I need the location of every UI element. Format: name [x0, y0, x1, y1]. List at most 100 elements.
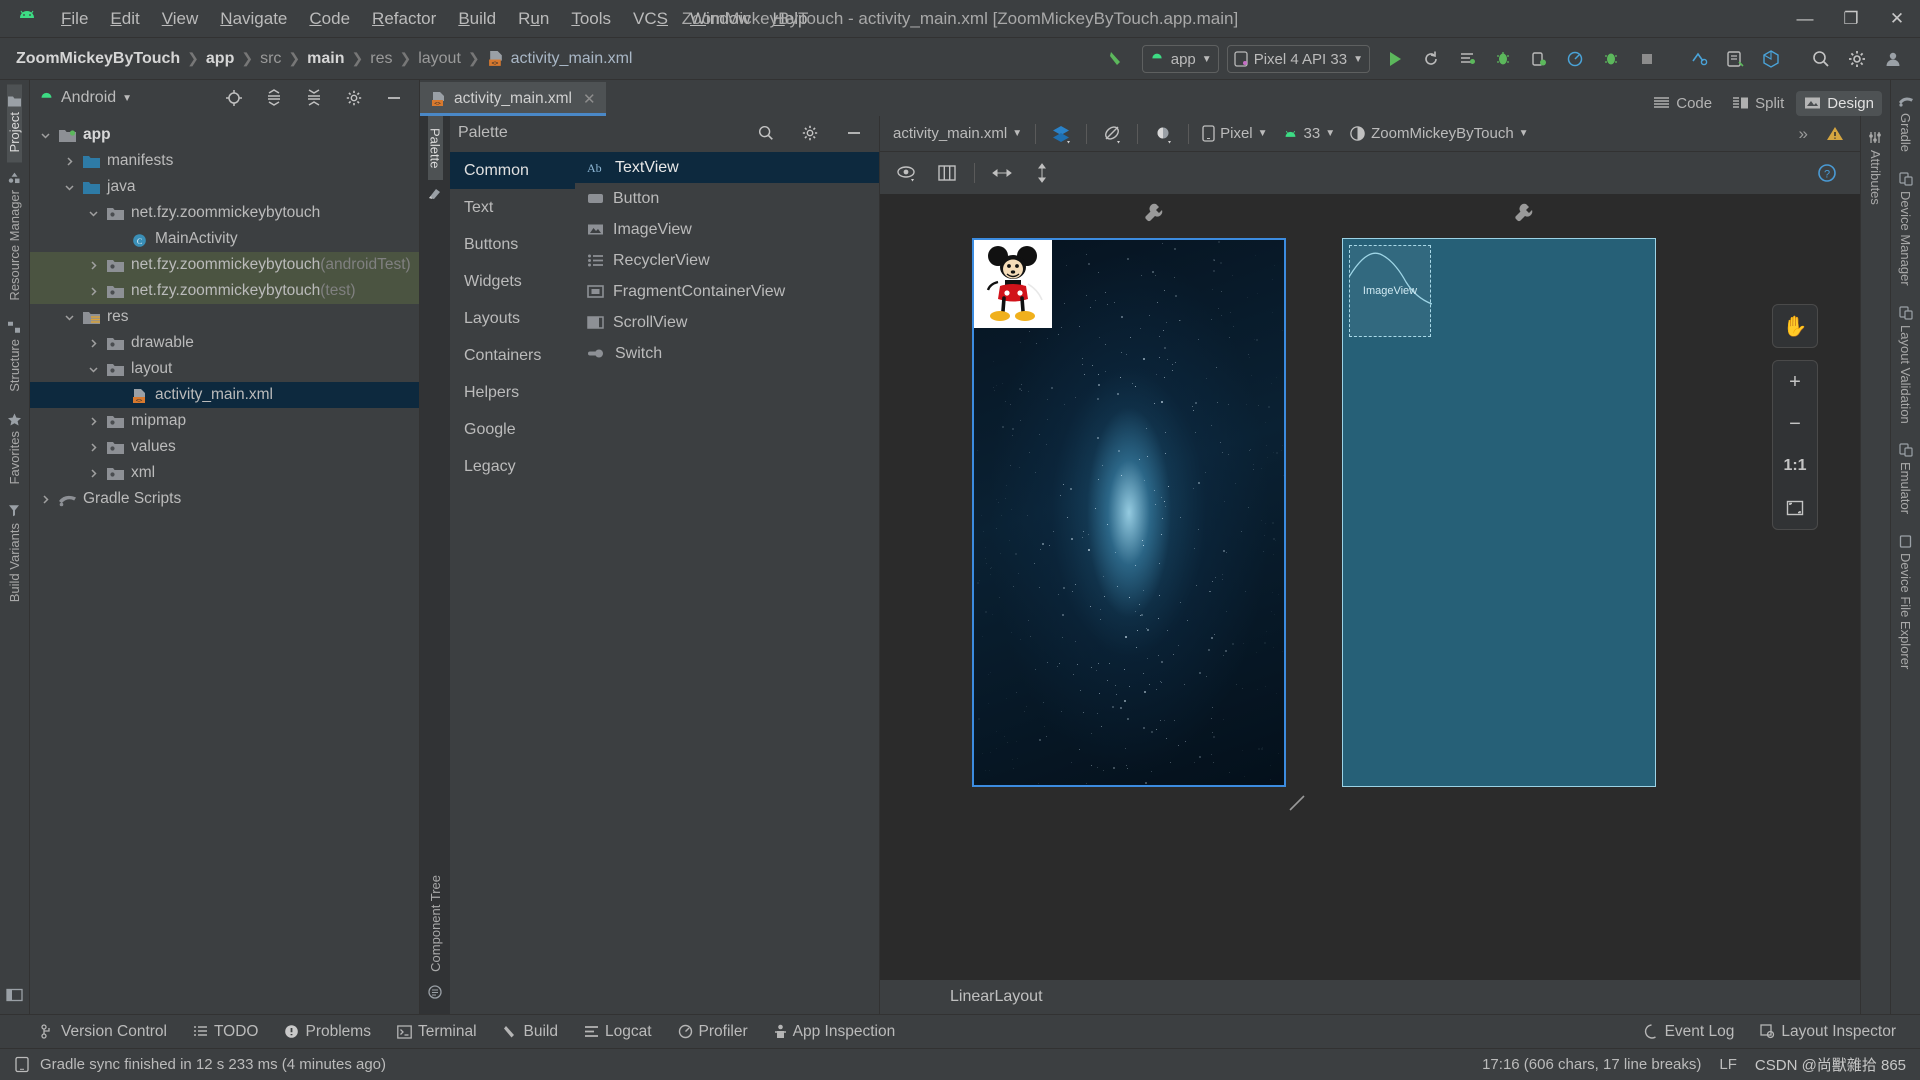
- mickey-imageview[interactable]: [974, 240, 1052, 328]
- blueprint-columns-icon[interactable]: [930, 156, 964, 190]
- chevron-down-icon[interactable]: [88, 208, 106, 219]
- palette-category-legacy[interactable]: Legacy: [450, 448, 575, 485]
- menu-run[interactable]: Run: [507, 6, 560, 32]
- tree-row[interactable]: net.fzy.zoommickeybytouch: [30, 200, 419, 226]
- bottom-tab-layout-inspector[interactable]: Layout Inspector: [1760, 1023, 1896, 1041]
- rendered-preview[interactable]: [972, 238, 1286, 787]
- tree-row[interactable]: values: [30, 434, 419, 460]
- palette-items[interactable]: Ab TextView Button ImageView RecyclerView Fra…: [575, 150, 879, 1014]
- apply-changes-icon[interactable]: [1450, 42, 1484, 76]
- chevron-right-icon[interactable]: [64, 156, 82, 167]
- collapse-all-icon[interactable]: [297, 81, 331, 115]
- menu-edit[interactable]: Edit: [99, 6, 150, 32]
- api-level-selector[interactable]: 33 ▼: [1277, 122, 1341, 145]
- breadcrumb[interactable]: ZoomMickeyByTouch ❯ app ❯ src ❯ main ❯ res ❯ layou…: [16, 50, 632, 68]
- render-settings-wrench-icon[interactable]: [1142, 202, 1164, 226]
- rail-item-structure[interactable]: Structure: [7, 311, 22, 402]
- breadcrumb-item-app[interactable]: app: [206, 50, 234, 68]
- breadcrumb-item-activity-main-xml[interactable]: <> activity_main.xml: [487, 50, 632, 68]
- tree-row[interactable]: app: [30, 122, 419, 148]
- design-surface-mode-icon[interactable]: [1044, 117, 1078, 151]
- tree-row[interactable]: C MainActivity: [30, 226, 419, 252]
- chevron-right-icon[interactable]: [88, 468, 106, 479]
- debug-icon[interactable]: [1486, 42, 1520, 76]
- palette-item-switch[interactable]: Switch: [575, 338, 879, 369]
- menu-view[interactable]: View: [151, 6, 210, 32]
- rail-item-device-manager[interactable]: Device Manager: [1898, 162, 1913, 296]
- minimize-icon[interactable]: [837, 116, 871, 150]
- vertical-constraint-icon[interactable]: [1025, 156, 1059, 190]
- project-view-selector-label[interactable]: Android: [61, 89, 116, 107]
- tree-row[interactable]: <> activity_main.xml: [30, 382, 419, 408]
- stop-icon[interactable]: [1630, 42, 1664, 76]
- chevron-down-icon[interactable]: [64, 182, 82, 193]
- menu-window[interactable]: Window: [679, 6, 761, 32]
- orientation-icon[interactable]: [1095, 117, 1129, 151]
- horizontal-constraint-icon[interactable]: [985, 156, 1019, 190]
- sdk-manager-icon[interactable]: [1718, 42, 1752, 76]
- zoom-in-button[interactable]: +: [1773, 361, 1817, 403]
- project-tree[interactable]: app manifests java net.fzy.zoommickeybytouc…: [30, 116, 419, 1014]
- palette-category-google[interactable]: Google: [450, 411, 575, 448]
- menu-tools[interactable]: Tools: [560, 6, 622, 32]
- account-icon[interactable]: [1876, 42, 1910, 76]
- chevron-down-icon[interactable]: [64, 312, 82, 323]
- palette-category-text[interactable]: Text: [450, 189, 575, 226]
- profile-icon[interactable]: [1558, 42, 1592, 76]
- minimize-icon[interactable]: [377, 81, 411, 115]
- chevron-down-icon[interactable]: ▼: [122, 93, 132, 104]
- tree-row[interactable]: net.fzy.zoommickeybytouch (androidTest): [30, 252, 419, 278]
- line-separator[interactable]: LF: [1719, 1056, 1737, 1073]
- bottom-tab-event-log[interactable]: Event Log: [1644, 1023, 1734, 1041]
- help-icon[interactable]: ?: [1810, 156, 1844, 190]
- menu-refactor[interactable]: Refactor: [361, 6, 447, 32]
- rail-item-favorites[interactable]: Favorites: [7, 402, 22, 494]
- close-icon[interactable]: ✕: [583, 90, 596, 108]
- chevron-down-icon[interactable]: [88, 364, 106, 375]
- bottom-tab-problems[interactable]: Problems: [284, 1023, 371, 1041]
- expand-all-icon[interactable]: [257, 81, 291, 115]
- palette-item-button[interactable]: Button: [575, 183, 879, 214]
- menu-code[interactable]: Code: [298, 6, 361, 32]
- chevron-right-icon[interactable]: [88, 442, 106, 453]
- breadcrumb-item-src[interactable]: src: [260, 50, 281, 68]
- palette-categories[interactable]: Common Text Buttons Widgets Layouts Container…: [450, 150, 575, 1014]
- attach-debugger-icon[interactable]: [1522, 42, 1556, 76]
- rail-item-palette[interactable]: Palette: [427, 116, 443, 181]
- palette-item-recyclerview[interactable]: RecyclerView: [575, 245, 879, 276]
- tree-row[interactable]: net.fzy.zoommickeybytouch (test): [30, 278, 419, 304]
- rail-item-resource-manager[interactable]: Resource Manager: [7, 162, 22, 311]
- design-canvas[interactable]: ImageView ✋ + − 1:1: [880, 194, 1860, 980]
- blueprint-imageview[interactable]: ImageView: [1349, 245, 1432, 337]
- gear-icon[interactable]: [793, 116, 827, 150]
- run-tests-icon[interactable]: [1594, 42, 1628, 76]
- zoom-actual-size-button[interactable]: 1:1: [1773, 445, 1817, 487]
- rail-item-device-file-explorer[interactable]: Device File Explorer: [1898, 525, 1913, 679]
- root-component-label[interactable]: LinearLayout: [950, 988, 1043, 1006]
- theme-icon[interactable]: [1146, 117, 1180, 151]
- editor-tab-activity-main-xml[interactable]: <> activity_main.xml ✕: [420, 82, 606, 116]
- editor-view-mode-tabs[interactable]: Code Split Design: [1645, 91, 1890, 116]
- tree-row[interactable]: manifests: [30, 148, 419, 174]
- target-icon[interactable]: [217, 81, 251, 115]
- view-tab-code[interactable]: Code: [1645, 91, 1720, 116]
- overflow-icon[interactable]: »: [1799, 124, 1808, 144]
- tree-row[interactable]: layout: [30, 356, 419, 382]
- palette-category-helpers[interactable]: Helpers: [450, 374, 575, 411]
- tree-row[interactable]: xml: [30, 460, 419, 486]
- palette-category-common[interactable]: Common: [450, 152, 575, 189]
- chevron-right-icon[interactable]: [88, 338, 106, 349]
- breadcrumb-item-res[interactable]: res: [370, 50, 392, 68]
- bottom-tab-todo[interactable]: TODO: [193, 1023, 258, 1041]
- palette-category-buttons[interactable]: Buttons: [450, 226, 575, 263]
- palette-category-layouts[interactable]: Layouts: [450, 300, 575, 337]
- tree-row[interactable]: res: [30, 304, 419, 330]
- breadcrumb-item-layout[interactable]: layout: [418, 50, 461, 68]
- bottom-tab-build[interactable]: Build: [503, 1023, 558, 1041]
- bottom-tab-app-inspection[interactable]: App Inspection: [774, 1023, 895, 1041]
- caret-position[interactable]: 17:16 (606 chars, 17 line breaks): [1482, 1056, 1701, 1073]
- tree-row[interactable]: Gradle Scripts: [30, 486, 419, 512]
- rerun-icon[interactable]: [1414, 42, 1448, 76]
- menu-help[interactable]: Help: [761, 6, 818, 32]
- run-icon[interactable]: [1378, 42, 1412, 76]
